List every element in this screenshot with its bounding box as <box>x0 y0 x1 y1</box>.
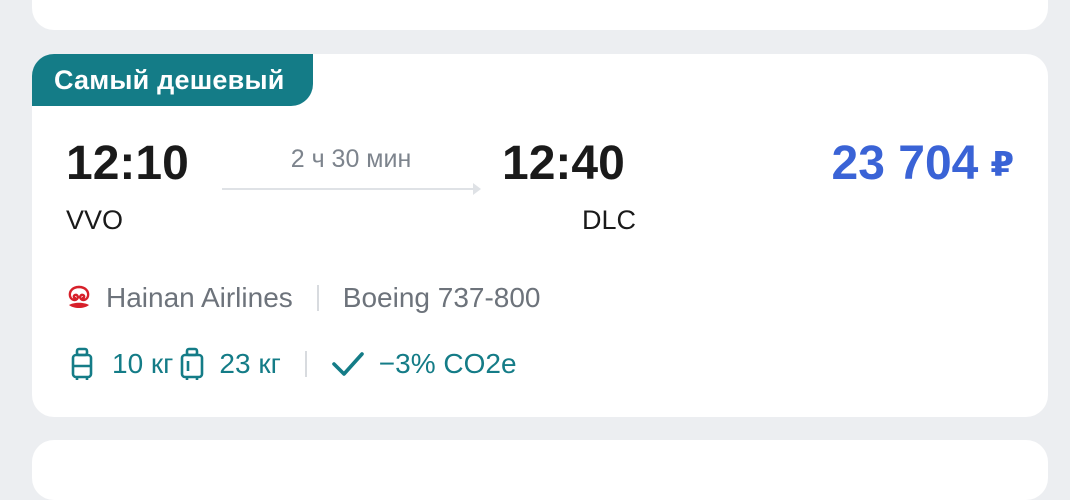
flight-price: 23 704 ₽ <box>832 140 1014 188</box>
departure-airport-code: VVO <box>66 205 124 235</box>
airline-info: Hainan Airlines Boeing 737-800 <box>64 280 541 316</box>
checked-luggage-weight: 23 кг <box>219 348 281 379</box>
cheapest-badge: Самый дешевый <box>32 54 313 106</box>
divider <box>304 351 307 377</box>
route-line <box>222 188 476 190</box>
aircraft-model: Boeing 737-800 <box>342 282 541 313</box>
flight-card[interactable]: Самый дешевый 12:10 VVO 2 ч 30 мин 12:40… <box>32 54 1048 417</box>
next-flight-card[interactable] <box>32 440 1048 500</box>
route-arrow-icon <box>473 183 481 195</box>
hainan-airlines-logo-icon <box>68 285 90 308</box>
flight-duration: 2 ч 30 мин <box>290 145 412 173</box>
check-icon <box>331 352 364 376</box>
baggage-info: 10 кг 23 кг −3% CO2e <box>70 346 517 382</box>
price-currency: ₽ <box>990 146 1014 184</box>
divider <box>316 285 319 311</box>
price-amount: 23 704 <box>831 137 979 190</box>
hand-luggage-weight: 10 кг <box>112 348 174 379</box>
co2-reduction: −3% CO2e <box>378 348 517 379</box>
hand-luggage-icon <box>71 347 93 380</box>
arrival-time: 12:40 <box>502 137 625 190</box>
checked-luggage-icon <box>181 347 204 380</box>
arrival-airport-code: DLC <box>582 205 637 235</box>
departure-time: 12:10 <box>66 137 189 190</box>
airline-name: Hainan Airlines <box>106 282 293 313</box>
previous-flight-card[interactable] <box>32 0 1048 30</box>
